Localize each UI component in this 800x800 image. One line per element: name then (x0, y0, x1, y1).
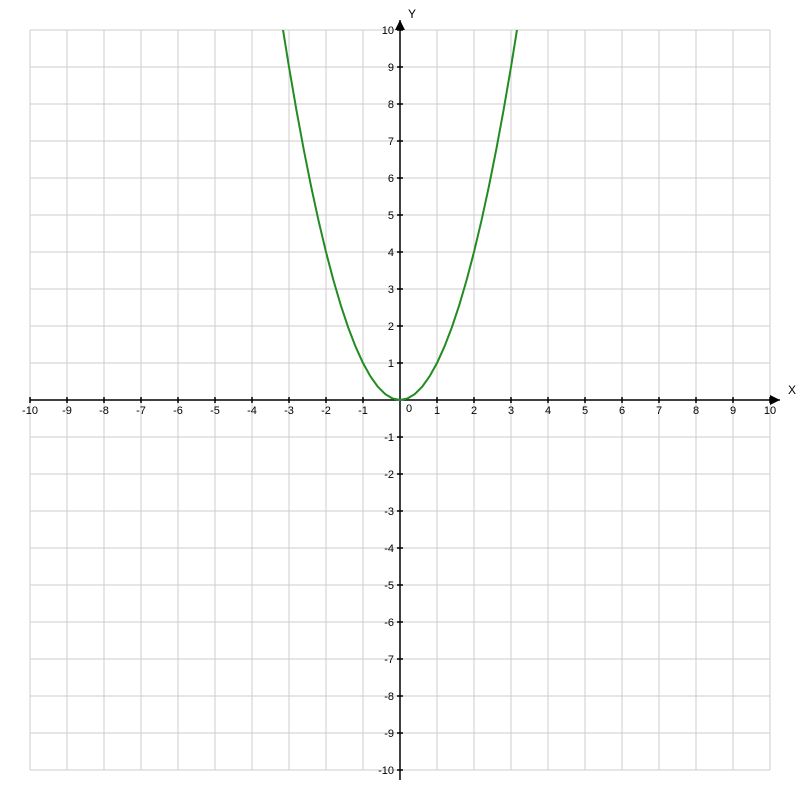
x-axis-label: X (788, 383, 796, 397)
tick-label-x: 5 (582, 405, 588, 417)
tick-label-y: 9 (388, 62, 394, 74)
tick-label-x: -2 (321, 405, 331, 417)
tick-label-y: 2 (388, 321, 394, 333)
tick-label-x: -3 (284, 405, 294, 417)
tick-label-x: -8 (99, 405, 109, 417)
tick-label-y: -8 (384, 691, 394, 703)
tick-label-x: 9 (730, 405, 736, 417)
chart-container: -10-9-8-7-6-5-4-3-2-1012345678910-10-9-8… (0, 0, 800, 800)
tick-label-x: -1 (358, 405, 368, 417)
tick-label-y: -7 (384, 654, 394, 666)
xy-parabola-chart: -10-9-8-7-6-5-4-3-2-1012345678910-10-9-8… (0, 0, 800, 800)
tick-label-y: -3 (384, 506, 394, 518)
tick-label-x: -4 (247, 405, 257, 417)
y-axis-arrow (395, 20, 405, 30)
tick-label-x: 7 (656, 405, 662, 417)
tick-label-y: -6 (384, 617, 394, 629)
tick-label-y: 5 (388, 210, 394, 222)
tick-label-x: 2 (471, 405, 477, 417)
tick-label-x: -10 (22, 405, 38, 417)
tick-label-x: -6 (173, 405, 183, 417)
x-axis-arrow (770, 395, 780, 405)
tick-label-x: 8 (693, 405, 699, 417)
tick-label-y: -5 (384, 580, 394, 592)
tick-label-x: 6 (619, 405, 625, 417)
tick-label-x: 4 (545, 405, 551, 417)
tick-label-y: 10 (382, 25, 394, 37)
tick-label-y: 8 (388, 99, 394, 111)
tick-label-x: 1 (434, 405, 440, 417)
tick-label-x: 0 (406, 403, 412, 415)
tick-label-y: -10 (378, 765, 394, 777)
tick-label-x: -7 (136, 405, 146, 417)
y-axis-label: Y (408, 7, 416, 21)
tick-label-x: 10 (764, 405, 776, 417)
tick-label-y: -2 (384, 469, 394, 481)
tick-label-y: -1 (384, 432, 394, 444)
tick-label-x: 3 (508, 405, 514, 417)
tick-label-y: 7 (388, 136, 394, 148)
tick-label-y: 4 (388, 247, 394, 259)
tick-label-y: -4 (384, 543, 394, 555)
tick-label-y: 3 (388, 284, 394, 296)
tick-label-y: -9 (384, 728, 394, 740)
tick-label-y: 1 (388, 358, 394, 370)
tick-label-x: -9 (62, 405, 72, 417)
tick-label-y: 6 (388, 173, 394, 185)
tick-label-x: -5 (210, 405, 220, 417)
